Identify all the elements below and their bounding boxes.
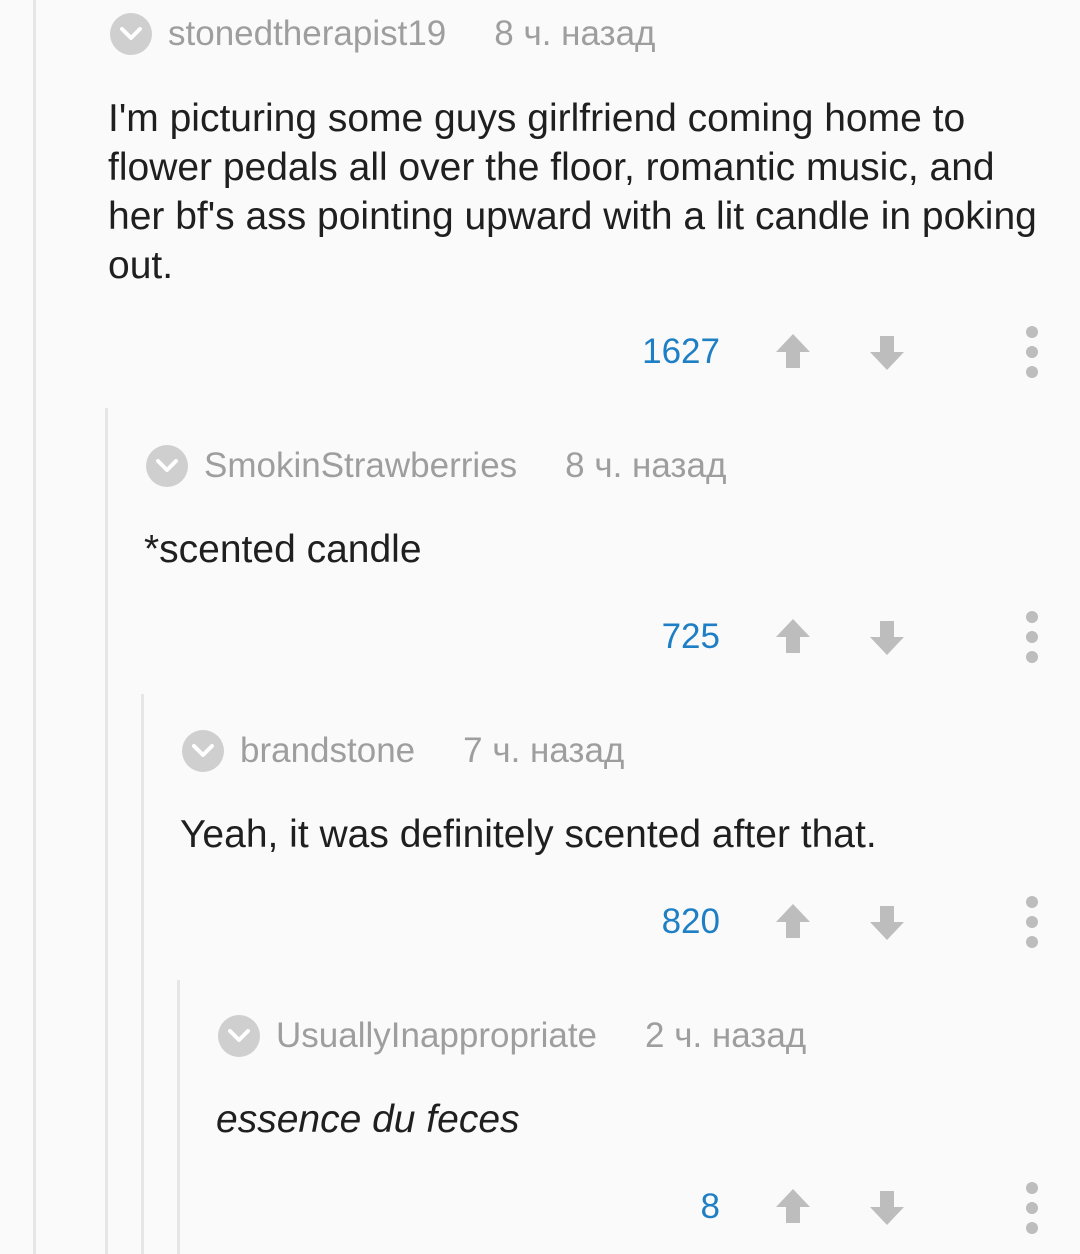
more-vertical-icon [1026,1182,1038,1234]
more-options-button[interactable] [1022,324,1042,380]
comment-thread: stonedtherapist19 8 ч. назад I'm picturi… [0,0,1080,1254]
more-options-button[interactable] [1022,1180,1042,1236]
more-options-button[interactable] [1022,609,1042,665]
downvote-button[interactable] [867,1187,907,1227]
comment-text: essence du feces [216,1098,520,1141]
score: 725 [661,617,720,656]
upvote-button[interactable] [773,617,813,657]
chevron-down-icon [228,1029,250,1042]
thread-line-level-1 [105,408,108,1254]
more-options-button[interactable] [1022,894,1042,950]
username[interactable]: brandstone [240,731,415,771]
arrow-down-icon [870,1191,904,1225]
username[interactable]: stonedtherapist19 [168,14,446,54]
timestamp: 7 ч. назад [463,731,625,770]
collapse-button[interactable] [110,13,152,55]
thread-line-level-2 [141,694,144,1254]
timestamp: 8 ч. назад [494,14,656,53]
comment-header: brandstone 7 ч. назад [182,729,624,773]
comment-header: stonedtherapist19 8 ч. назад [110,12,655,56]
upvote-button[interactable] [773,902,813,942]
comment-header: SmokinStrawberries 8 ч. назад [146,444,726,488]
thread-line-level-0 [33,0,36,1254]
upvote-button[interactable] [773,332,813,372]
arrow-up-icon [776,1189,810,1223]
more-vertical-icon [1026,326,1038,378]
comment-header: UsuallyInappropriate 2 ч. назад [218,1014,806,1058]
arrow-up-icon [776,619,810,653]
arrow-up-icon [776,904,810,938]
arrow-down-icon [870,906,904,940]
timestamp: 2 ч. назад [645,1016,807,1055]
upvote-button[interactable] [773,1187,813,1227]
arrow-up-icon [776,334,810,368]
score: 820 [661,902,720,941]
more-vertical-icon [1026,896,1038,948]
collapse-button[interactable] [146,445,188,487]
timestamp: 8 ч. назад [565,446,727,485]
downvote-button[interactable] [867,332,907,372]
comment-text: Yeah, it was definitely scented after th… [180,813,877,856]
username[interactable]: UsuallyInappropriate [276,1016,597,1056]
thread-line-level-3 [177,980,180,1254]
username[interactable]: SmokinStrawberries [204,446,517,486]
chevron-down-icon [156,459,178,472]
collapse-button[interactable] [182,730,224,772]
comment-text: I'm picturing some guys girlfriend comin… [108,97,1037,287]
collapse-button[interactable] [218,1015,260,1057]
score: 8 [700,1187,720,1226]
arrow-down-icon [870,621,904,655]
downvote-button[interactable] [867,617,907,657]
score: 1627 [642,332,720,371]
comment-text: *scented candle [144,528,422,571]
more-vertical-icon [1026,611,1038,663]
chevron-down-icon [192,744,214,757]
chevron-down-icon [120,27,142,40]
downvote-button[interactable] [867,902,907,942]
arrow-down-icon [870,336,904,370]
